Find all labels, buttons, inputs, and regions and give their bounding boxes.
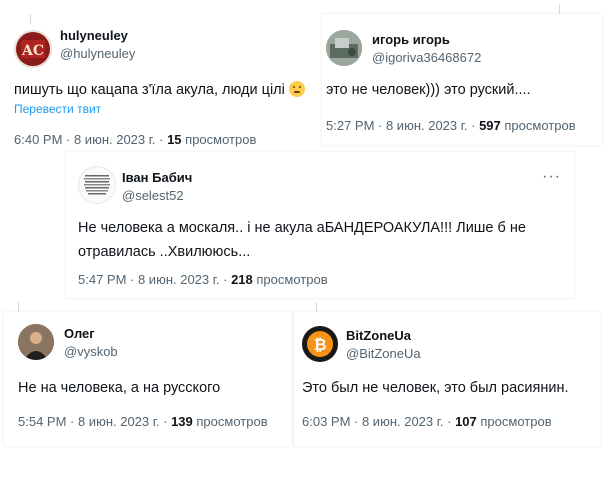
avatar-photo-icon [18,324,54,360]
avatar[interactable] [78,166,116,204]
display-name[interactable]: Іван Бабич [122,170,192,185]
display-name[interactable]: игорь игорь [372,32,450,47]
timestamp: 5:27 PM · 8 июн. 2023 г. · [326,118,480,133]
user-handle[interactable]: @vyskob [64,344,118,359]
view-count: 139 [171,414,193,429]
avatar[interactable] [18,324,54,360]
divider [18,302,19,312]
tweet-text: пишуть що кацапа з'їла акула, люди цілі [14,78,314,102]
timestamp: 5:54 PM · 8 июн. 2023 г. · [18,414,172,429]
tweet-meta[interactable]: 6:03 PM · 8 июн. 2023 г. · 107 просмотро… [302,414,552,429]
tweet-card[interactable]: Олег @vyskob Не на человека, а на русско… [4,302,292,446]
timestamp: 6:40 PM · 8 июн. 2023 г. · [14,132,168,147]
user-handle[interactable]: @hulyneuley [60,46,135,61]
user-handle[interactable]: @selest52 [122,188,184,203]
avatar[interactable]: ₿ [302,326,338,362]
tweet-meta[interactable]: 5:47 PM · 8 июн. 2023 г. · 218 просмотро… [78,272,328,287]
tweet-meta[interactable]: 6:40 PM · 8 июн. 2023 г. · 15 просмотров [14,132,256,147]
display-name[interactable]: BitZoneUa [346,328,411,343]
timestamp: 5:47 PM · 8 июн. 2023 г. · [78,272,232,287]
translate-link[interactable]: Перевести твит [14,102,101,116]
thinking-face-icon [288,81,305,97]
avatar[interactable]: AC [14,30,52,68]
tweet-meta[interactable]: 5:27 PM · 8 июн. 2023 г. · 597 просмотро… [326,118,576,133]
view-count: 15 [167,132,182,147]
divider [316,302,317,312]
tweet-card[interactable]: AC hulyneuley @hulyneuley пишуть що каца… [0,10,318,155]
view-count: 218 [231,272,253,287]
divider [559,4,560,14]
display-name[interactable]: Олег [64,326,95,341]
tweet-card[interactable]: Іван Бабич @selest52 ··· Не человека а м… [66,152,574,298]
tweet-card[interactable]: игорь игорь @igoriva36468672 это не чело… [322,4,602,145]
avatar-photo-icon [326,30,362,66]
tweet-text: это не человек))) это руский.... [326,82,531,98]
user-handle[interactable]: @igoriva36468672 [372,50,481,65]
tweet-text: Не на человека, а на русского [18,380,221,396]
display-name[interactable]: hulyneuley [60,28,128,43]
tweet-text: Не человека а москаля.. і не акула аБАНД… [78,220,526,260]
view-count: 597 [479,118,501,133]
tweet-text: Это был не человек, это был расиянин. [302,380,569,396]
timestamp: 6:03 PM · 8 июн. 2023 г. · [302,414,456,429]
user-handle[interactable]: @BitZoneUa [346,346,421,361]
bitcoin-icon: ₿ [302,326,338,362]
divider [30,14,31,24]
more-options-icon[interactable]: ··· [542,168,561,186]
avatar[interactable] [326,30,362,66]
avatar-text-image-icon [79,167,115,203]
tweet-meta[interactable]: 5:54 PM · 8 июн. 2023 г. · 139 просмотро… [18,414,268,429]
avatar-logo-icon: AC [16,32,50,66]
tweet-card[interactable]: ₿ BitZoneUa @BitZoneUa Это был не челове… [294,302,600,446]
svg-text:AC: AC [21,43,44,59]
svg-text:₿: ₿ [313,335,326,354]
view-count: 107 [455,414,477,429]
